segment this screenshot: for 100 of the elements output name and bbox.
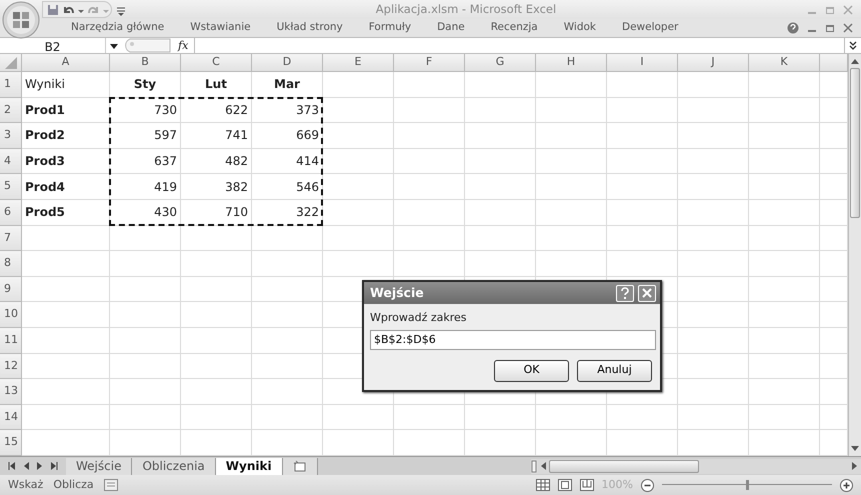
empty-cell[interactable] — [678, 404, 749, 430]
record-macro-icon[interactable] — [104, 479, 118, 491]
close-button[interactable] — [638, 284, 656, 302]
empty-cell[interactable] — [181, 226, 252, 252]
zoom-in-icon[interactable] — [840, 478, 853, 492]
column-header[interactable]: A — [22, 54, 110, 72]
empty-cell[interactable] — [110, 276, 181, 302]
empty-cell[interactable] — [323, 174, 394, 200]
ribbon-tab[interactable]: Dane — [424, 20, 478, 36]
empty-cell[interactable] — [749, 328, 820, 354]
ribbon-tab[interactable]: Narzędzia główne — [58, 20, 178, 36]
ribbon-tab[interactable]: Widok — [550, 20, 609, 36]
save-icon[interactable] — [47, 4, 59, 16]
help-button[interactable] — [616, 284, 634, 302]
empty-cell[interactable] — [465, 251, 536, 277]
maximize-icon[interactable] — [825, 4, 835, 14]
empty-cell[interactable] — [323, 98, 394, 124]
scrollbar-thumb[interactable] — [850, 68, 860, 218]
empty-cell[interactable] — [607, 174, 678, 200]
empty-cell[interactable] — [252, 379, 323, 405]
empty-cell[interactable] — [394, 174, 465, 200]
empty-cell[interactable] — [607, 148, 678, 174]
empty-cell[interactable] — [181, 302, 252, 328]
column-header[interactable]: H — [536, 54, 607, 72]
empty-cell[interactable] — [678, 72, 749, 98]
empty-cell[interactable] — [607, 226, 678, 252]
column-header[interactable]: E — [323, 54, 394, 72]
empty-cell[interactable] — [323, 404, 394, 430]
row-header[interactable]: 10 — [0, 302, 22, 328]
empty-cell[interactable] — [536, 251, 607, 277]
empty-cell[interactable] — [323, 251, 394, 277]
empty-cell[interactable] — [678, 98, 749, 124]
empty-cell[interactable] — [323, 148, 394, 174]
name-box[interactable]: B2 — [0, 38, 106, 53]
empty-cell[interactable] — [110, 354, 181, 380]
row-header[interactable]: 3 — [0, 123, 22, 149]
empty-cell[interactable] — [536, 200, 607, 226]
expand-icon[interactable] — [849, 40, 857, 50]
row-header[interactable]: 15 — [0, 430, 22, 456]
insert-sheet-icon[interactable] — [292, 460, 307, 472]
help-icon[interactable] — [787, 22, 799, 34]
ribbon-tab[interactable]: Recenzja — [478, 20, 551, 36]
empty-cell[interactable] — [394, 98, 465, 124]
column-header[interactable]: J — [678, 54, 749, 72]
ribbon-tab[interactable]: Układ strony — [264, 20, 356, 36]
office-logo-icon[interactable] — [2, 1, 40, 39]
ribbon-tab[interactable]: Formuły — [356, 20, 424, 36]
range-input-field[interactable]: $B$2:$D$6 — [370, 330, 656, 350]
sheet-tab[interactable]: Wyniki — [216, 458, 283, 474]
empty-cell[interactable] — [749, 251, 820, 277]
empty-cell[interactable] — [323, 72, 394, 98]
empty-cell[interactable] — [252, 354, 323, 380]
column-header[interactable]: F — [394, 54, 465, 72]
empty-cell[interactable] — [465, 226, 536, 252]
empty-cell[interactable] — [181, 404, 252, 430]
column-header[interactable]: B — [110, 54, 181, 72]
empty-cell[interactable] — [678, 251, 749, 277]
empty-cell[interactable] — [110, 251, 181, 277]
zoom-slider-thumb[interactable] — [746, 480, 748, 490]
empty-cell[interactable] — [465, 123, 536, 149]
empty-cell[interactable] — [749, 379, 820, 405]
empty-cell[interactable] — [536, 98, 607, 124]
empty-cell[interactable] — [465, 174, 536, 200]
sheet-tab[interactable]: Wejście — [66, 458, 132, 474]
page-break-icon[interactable] — [580, 479, 594, 491]
empty-cell[interactable] — [749, 276, 820, 302]
empty-cell[interactable] — [110, 379, 181, 405]
empty-cell[interactable] — [181, 354, 252, 380]
empty-cell[interactable] — [394, 200, 465, 226]
normal-view-icon[interactable] — [536, 479, 550, 491]
empty-cell[interactable] — [323, 226, 394, 252]
select-all-icon[interactable] — [4, 56, 16, 68]
column-header[interactable]: K — [749, 54, 820, 72]
sheet-tab[interactable]: Obliczenia — [132, 458, 216, 474]
empty-cell[interactable] — [749, 174, 820, 200]
empty-cell[interactable] — [607, 123, 678, 149]
empty-cell[interactable] — [323, 123, 394, 149]
empty-cell[interactable] — [536, 226, 607, 252]
next-sheet-icon[interactable] — [37, 462, 43, 470]
empty-cell[interactable] — [323, 200, 394, 226]
empty-cell[interactable] — [536, 72, 607, 98]
dialog-button[interactable]: Anuluj — [577, 360, 652, 382]
empty-cell[interactable] — [678, 354, 749, 380]
row-header[interactable]: 4 — [0, 148, 22, 174]
empty-cell[interactable] — [110, 302, 181, 328]
empty-cell[interactable] — [252, 404, 323, 430]
empty-cell[interactable] — [465, 148, 536, 174]
empty-cell[interactable] — [749, 148, 820, 174]
previous-sheet-icon[interactable] — [23, 462, 29, 470]
dialog-button[interactable]: OK — [494, 360, 569, 382]
empty-cell[interactable] — [536, 404, 607, 430]
empty-cell[interactable] — [181, 328, 252, 354]
empty-cell[interactable] — [749, 200, 820, 226]
empty-cell[interactable] — [252, 276, 323, 302]
ribbon-tab[interactable]: Deweloper — [609, 20, 692, 36]
empty-cell[interactable] — [181, 251, 252, 277]
row-header[interactable]: 6 — [0, 200, 22, 226]
column-header[interactable]: I — [607, 54, 678, 72]
last-sheet-icon[interactable] — [51, 462, 58, 470]
row-header[interactable]: 11 — [0, 328, 22, 354]
